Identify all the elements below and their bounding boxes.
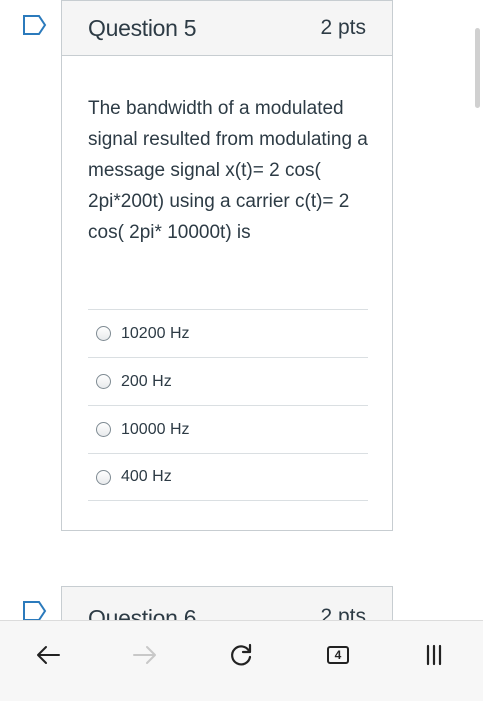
answer-label: 10000 Hz (121, 420, 190, 438)
reload-icon (231, 643, 252, 666)
menu-icon (426, 644, 442, 666)
answer-option[interactable]: 10200 Hz (88, 309, 368, 357)
browser-toolbar: 4 (0, 620, 483, 701)
answer-label: 400 Hz (121, 468, 172, 485)
radio-button[interactable] (96, 469, 111, 485)
answer-list: 10200 Hz 200 Hz 10000 Hz 400 Hz (88, 309, 368, 501)
bookmark-flag-icon[interactable] (22, 14, 48, 36)
question-points: 2 pts (320, 16, 366, 39)
menu-button[interactable] (414, 635, 454, 675)
question-card: Question 5 2 pts The bandwidth of a modu… (61, 0, 393, 531)
forward-button[interactable] (125, 635, 165, 675)
bookmark-flag-icon[interactable] (22, 600, 48, 622)
arrow-right-icon (133, 646, 156, 664)
back-button[interactable] (28, 635, 68, 675)
answer-option[interactable]: 10000 Hz (88, 405, 368, 453)
answer-label: 10200 Hz (121, 324, 190, 342)
radio-button[interactable] (96, 422, 111, 437)
tab-count: 4 (327, 646, 349, 664)
arrow-left-icon (37, 646, 60, 664)
question-header: Question 5 2 pts (62, 1, 392, 56)
tabs-button[interactable]: 4 (318, 635, 358, 675)
question-text: The bandwidth of a modulated signal resu… (88, 98, 368, 243)
radio-button[interactable] (96, 326, 111, 341)
answer-option[interactable]: 200 Hz (88, 357, 368, 405)
scrollbar[interactable] (475, 28, 480, 108)
radio-button[interactable] (96, 374, 111, 389)
answer-label: 200 Hz (121, 372, 172, 390)
answer-option[interactable]: 400 Hz (88, 453, 368, 501)
question-title: Question 5 (88, 14, 197, 41)
reload-button[interactable] (221, 635, 261, 675)
